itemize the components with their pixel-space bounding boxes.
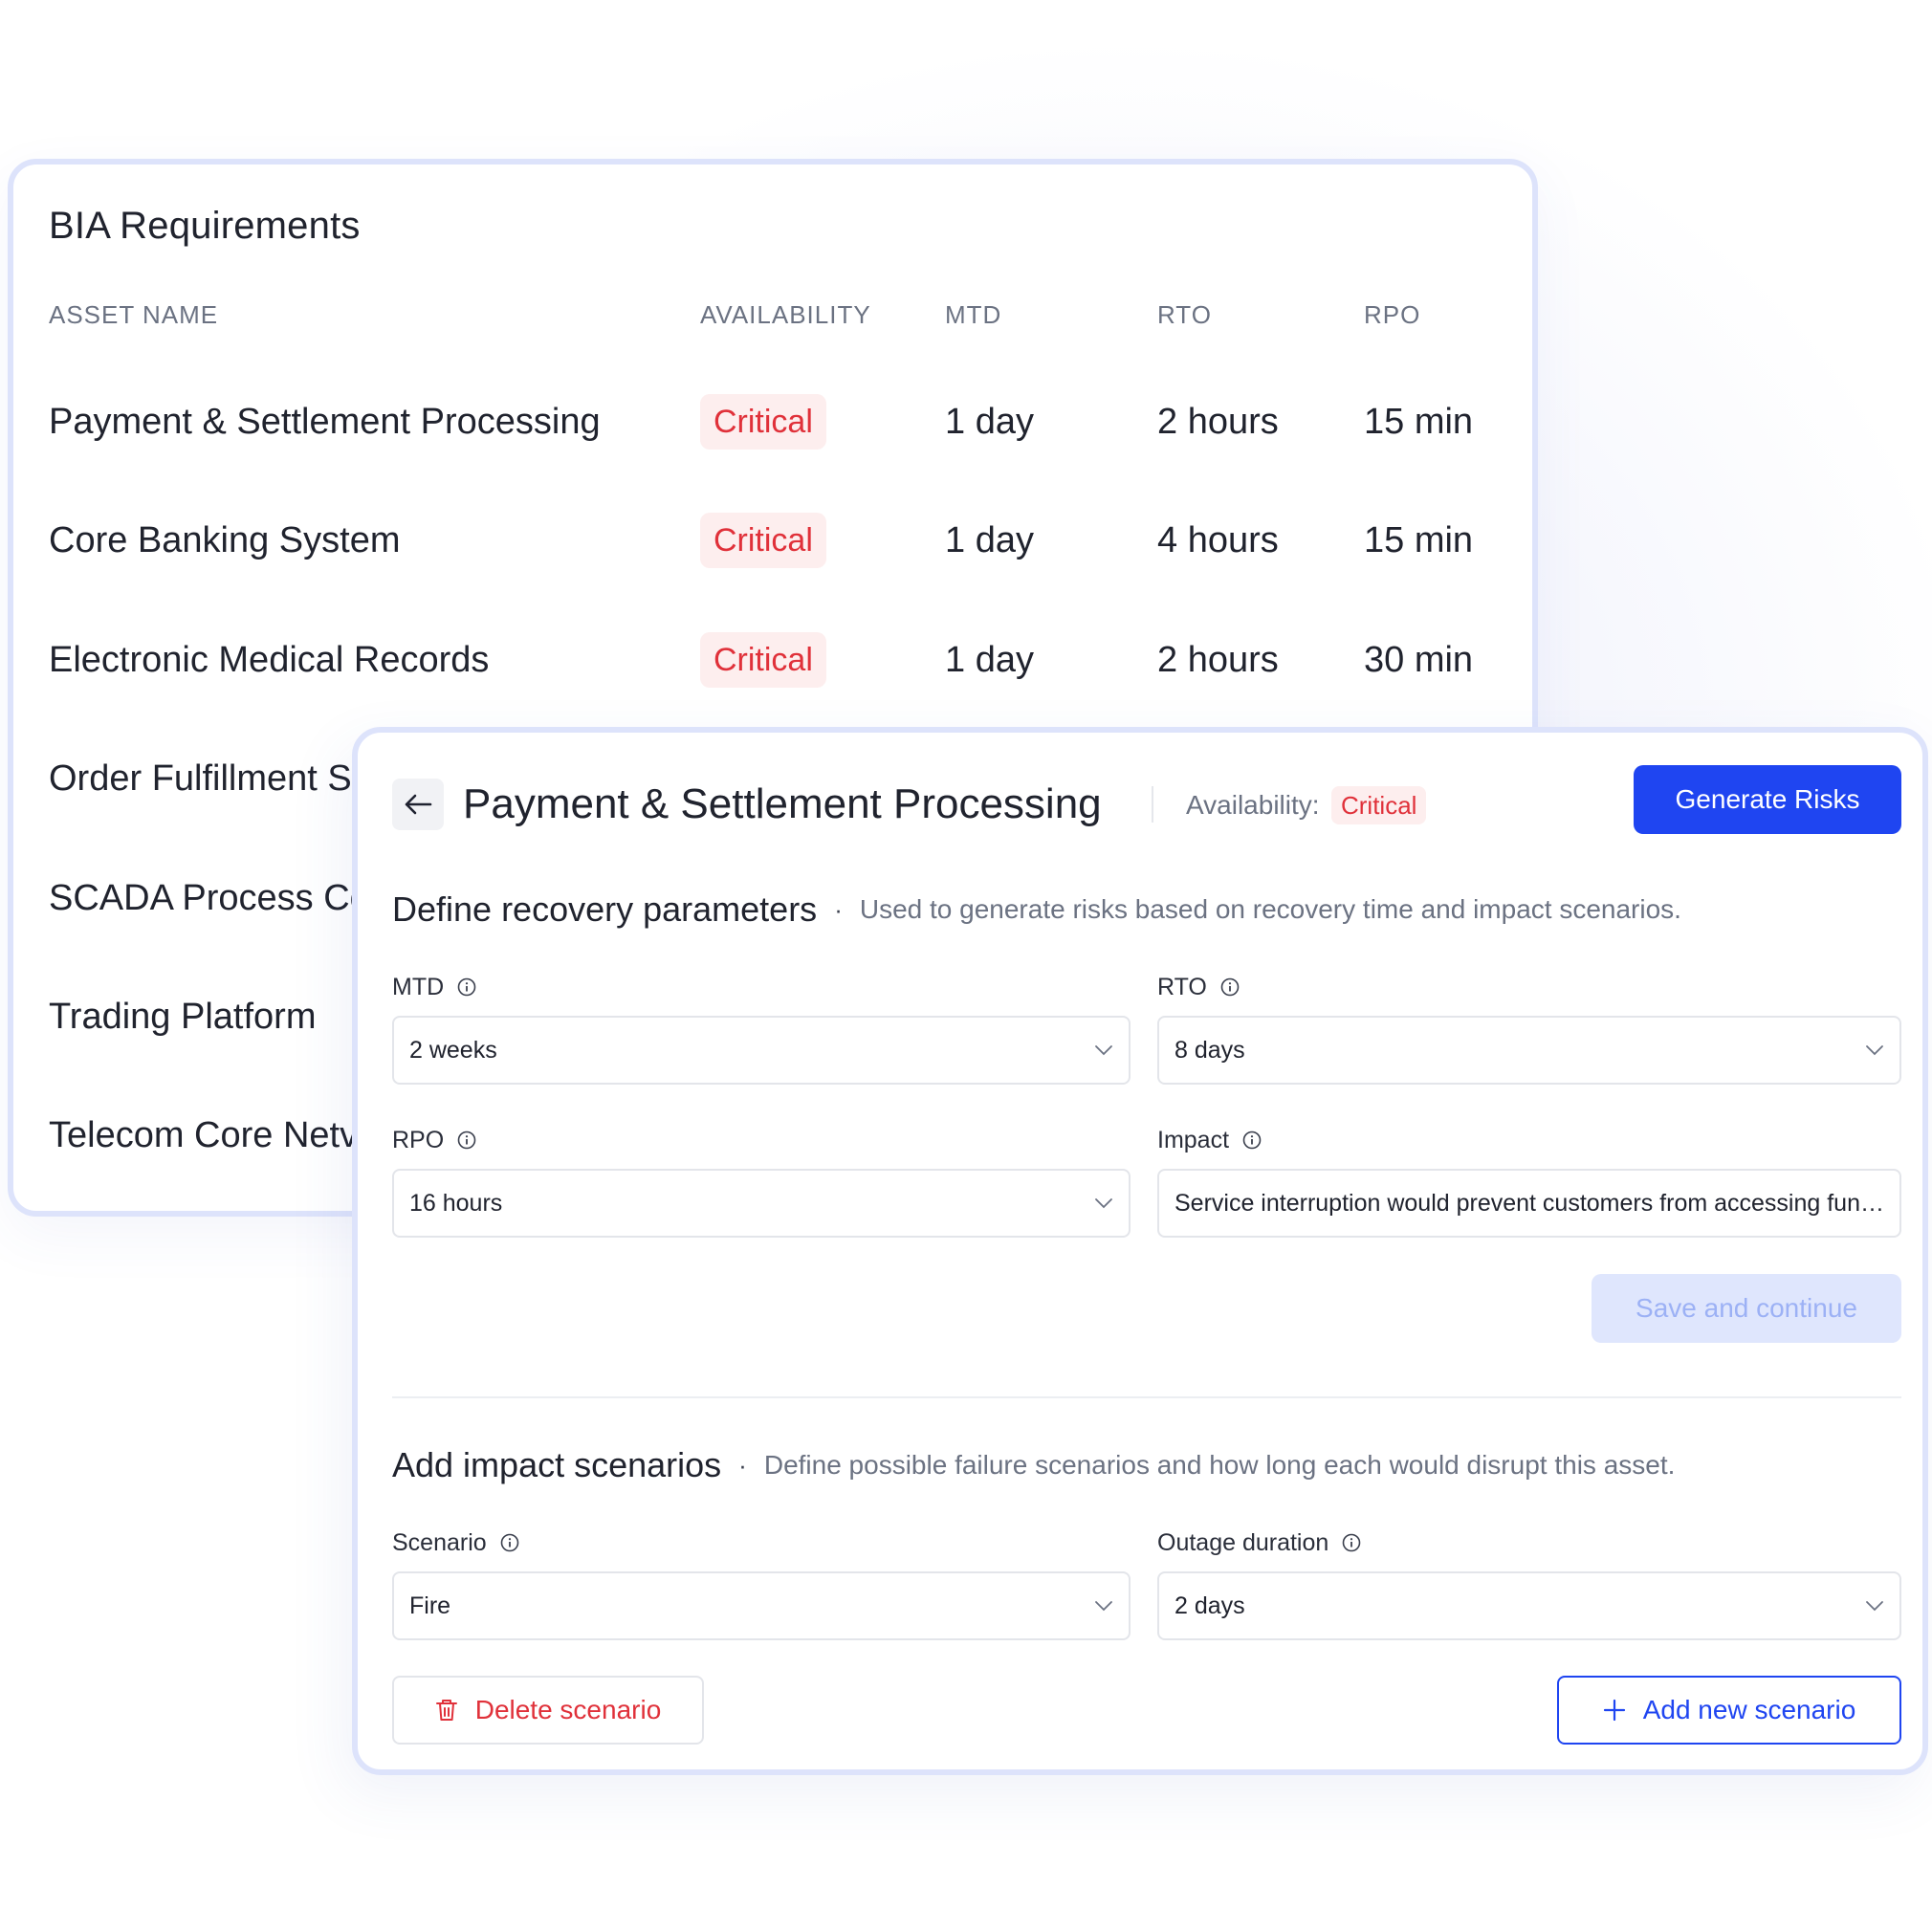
info-icon[interactable] — [1242, 1131, 1262, 1150]
scenario-field-label: Scenario — [392, 1526, 519, 1560]
info-icon[interactable] — [1342, 1533, 1361, 1552]
mtd-select[interactable]: 2 weeks — [392, 1016, 1131, 1085]
rpo-select-value: 16 hours — [409, 1189, 503, 1217]
column-header-mtd: MTD — [945, 300, 1002, 329]
asset-name: Trading Platform — [49, 996, 317, 1037]
chevron-down-icon — [1094, 1197, 1113, 1209]
title-divider — [1152, 786, 1153, 823]
save-and-continue-button[interactable]: Save and continue — [1592, 1274, 1901, 1343]
rto-value: 4 hours — [1157, 519, 1279, 560]
section-separator: · — [738, 1450, 747, 1480]
scenarios-section-description: Define possible failure scenarios and ho… — [763, 1450, 1676, 1480]
column-header-availability: AVAILABILITY — [700, 300, 871, 329]
outage-duration-select[interactable]: 2 days — [1157, 1571, 1901, 1640]
trash-icon — [435, 1698, 458, 1723]
column-header-rpo: RPO — [1364, 300, 1421, 329]
mtd-label: MTD — [392, 973, 445, 1000]
rto-select[interactable]: 8 days — [1157, 1016, 1901, 1085]
chevron-down-icon — [1094, 1044, 1113, 1056]
table-row[interactable]: Core Banking System Critical 1 day 4 hou… — [13, 502, 1532, 579]
outage-duration-label: Outage duration — [1157, 1528, 1329, 1556]
plus-icon — [1603, 1699, 1626, 1722]
table-row[interactable]: Electronic Medical Records Critical 1 da… — [13, 622, 1532, 698]
arrow-left-icon — [404, 793, 432, 816]
info-icon[interactable] — [457, 1131, 476, 1150]
info-icon[interactable] — [457, 977, 476, 997]
scenario-select-value: Fire — [409, 1592, 451, 1619]
column-header-asset-name: ASSET NAME — [49, 300, 219, 329]
section-divider — [392, 1396, 1901, 1398]
info-icon[interactable] — [1220, 977, 1240, 997]
asset-name: SCADA Process Co — [49, 877, 370, 918]
asset-name: Telecom Core Netv — [49, 1114, 359, 1155]
scenario-select[interactable]: Fire — [392, 1571, 1131, 1640]
availability-badge: Critical — [700, 513, 826, 568]
asset-detail-card: Payment & Settlement Processing Availabi… — [352, 727, 1928, 1775]
generate-risks-button[interactable]: Generate Risks — [1634, 765, 1901, 834]
asset-name: Electronic Medical Records — [49, 639, 490, 680]
rpo-select[interactable]: 16 hours — [392, 1169, 1131, 1238]
info-icon[interactable] — [500, 1533, 519, 1552]
mtd-value: 1 day — [945, 519, 1034, 560]
chevron-down-icon — [1865, 1600, 1884, 1612]
table-row[interactable]: Payment & Settlement Processing Critical… — [13, 384, 1532, 460]
scenario-label: Scenario — [392, 1528, 487, 1556]
rto-label: RTO — [1157, 973, 1207, 1000]
chevron-down-icon — [1865, 1044, 1884, 1056]
add-new-scenario-label: Add new scenario — [1642, 1695, 1856, 1724]
mtd-value: 1 day — [945, 401, 1034, 442]
rto-value: 2 hours — [1157, 639, 1279, 680]
outage-duration-field-label: Outage duration — [1157, 1526, 1361, 1560]
asset-name: Order Fulfillment S — [49, 757, 352, 799]
back-button[interactable] — [392, 779, 444, 830]
delete-scenario-button[interactable]: Delete scenario — [392, 1676, 704, 1745]
availability-badge: Critical — [700, 394, 826, 450]
asset-name: Core Banking System — [49, 519, 401, 560]
scenarios-section-title: Add impact scenarios — [392, 1445, 722, 1484]
rto-select-value: 8 days — [1175, 1036, 1245, 1064]
scenarios-section-header: Add impact scenarios · Define possible f… — [392, 1441, 1675, 1489]
bia-title: BIA Requirements — [49, 205, 361, 247]
rpo-value: 30 min — [1364, 639, 1474, 680]
mtd-field-label: MTD — [392, 970, 476, 1004]
column-header-rto: RTO — [1157, 300, 1212, 329]
asset-name: Payment & Settlement Processing — [49, 401, 601, 442]
availability-badge: Critical — [700, 632, 826, 688]
rpo-label: RPO — [392, 1126, 445, 1153]
rto-value: 2 hours — [1157, 401, 1279, 442]
mtd-select-value: 2 weeks — [409, 1036, 497, 1064]
rpo-value: 15 min — [1364, 519, 1474, 560]
rpo-value: 15 min — [1364, 401, 1474, 442]
availability-label: Availability: — [1186, 790, 1320, 820]
recovery-section-header: Define recovery parameters · Used to gen… — [392, 886, 1681, 933]
impact-input-value: Service interruption would prevent custo… — [1175, 1189, 1884, 1217]
rpo-field-label: RPO — [392, 1123, 476, 1157]
recovery-section-title: Define recovery parameters — [392, 889, 818, 929]
impact-input[interactable]: Service interruption would prevent custo… — [1157, 1169, 1901, 1238]
add-new-scenario-button[interactable]: Add new scenario — [1557, 1676, 1901, 1745]
outage-duration-select-value: 2 days — [1175, 1592, 1245, 1619]
chevron-down-icon — [1094, 1600, 1113, 1612]
mtd-value: 1 day — [945, 639, 1034, 680]
section-separator: · — [834, 894, 843, 924]
impact-field-label: Impact — [1157, 1123, 1262, 1157]
impact-label: Impact — [1157, 1126, 1230, 1153]
recovery-section-description: Used to generate risks based on recovery… — [859, 894, 1681, 924]
rto-field-label: RTO — [1157, 970, 1240, 1004]
delete-scenario-label: Delete scenario — [474, 1695, 662, 1724]
availability-badge: Critical — [1331, 786, 1427, 824]
asset-title: Payment & Settlement Processing — [463, 780, 1102, 827]
